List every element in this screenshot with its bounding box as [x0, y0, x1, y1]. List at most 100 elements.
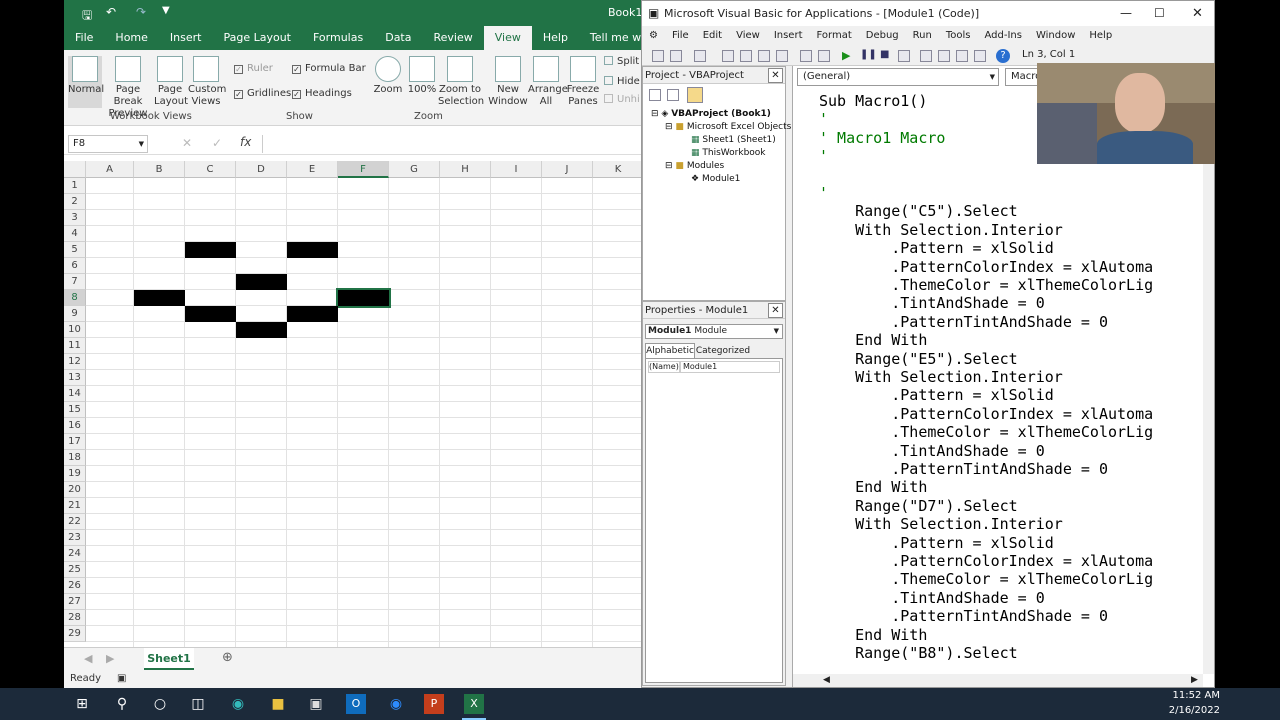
- reset-icon[interactable]: ■: [880, 49, 889, 60]
- code-line[interactable]: ': [819, 110, 828, 128]
- task-view-icon[interactable]: ◫: [188, 694, 208, 714]
- row-header-20[interactable]: 20: [64, 482, 86, 498]
- menu-view[interactable]: View: [729, 30, 767, 41]
- filled-cell-E9[interactable]: [287, 306, 338, 322]
- add-sheet-icon[interactable]: ⊕: [222, 650, 233, 665]
- tab-alphabetic[interactable]: Alphabetic: [645, 343, 695, 358]
- tree-modules[interactable]: ⊟ ■ Modules: [665, 161, 724, 171]
- row-header-13[interactable]: 13: [64, 370, 86, 386]
- code-line[interactable]: Sub Macro1(): [819, 92, 927, 110]
- formula-bar-checkbox[interactable]: ✓ Formula Bar: [292, 63, 366, 74]
- menu-edit[interactable]: Edit: [696, 30, 729, 41]
- column-header-H[interactable]: H: [440, 161, 491, 178]
- row-header-21[interactable]: 21: [64, 498, 86, 514]
- headings-checkbox[interactable]: ✓ Headings: [292, 88, 352, 99]
- gridlines-checkbox[interactable]: ✓ Gridlines: [234, 88, 291, 99]
- scroll-right-icon[interactable]: ▶: [106, 652, 114, 665]
- code-line[interactable]: .PatternTintAndShade = 0: [819, 460, 1108, 478]
- zoom-icon[interactable]: ◉: [386, 694, 406, 714]
- row-header-4[interactable]: 4: [64, 226, 86, 242]
- edge-icon[interactable]: ◉: [228, 694, 248, 714]
- code-line[interactable]: End With: [819, 626, 927, 644]
- function-icon[interactable]: fx: [240, 135, 251, 149]
- tab-review[interactable]: Review: [422, 26, 483, 50]
- menu-window[interactable]: Window: [1029, 30, 1082, 41]
- row-header-3[interactable]: 3: [64, 210, 86, 226]
- tab-home[interactable]: Home: [104, 26, 158, 50]
- row-header-18[interactable]: 18: [64, 450, 86, 466]
- row-header-19[interactable]: 19: [64, 466, 86, 482]
- column-header-A[interactable]: A: [86, 161, 134, 178]
- filled-cell-C9[interactable]: [185, 306, 236, 322]
- minimize-icon[interactable]: —: [1120, 1, 1132, 26]
- view-object-icon[interactable]: [667, 89, 679, 101]
- help-icon[interactable]: ?: [996, 49, 1010, 63]
- column-header-J[interactable]: J: [542, 161, 593, 178]
- tree-vbaproject[interactable]: ⊟ ◈ VBAProject (Book1): [651, 109, 771, 119]
- column-header-D[interactable]: D: [236, 161, 287, 178]
- column-header-B[interactable]: B: [134, 161, 185, 178]
- tab-view[interactable]: View: [483, 26, 532, 50]
- menu-tools[interactable]: Tools: [939, 30, 978, 41]
- custom-views-button[interactable]: Custom Views: [188, 56, 226, 108]
- row-header-10[interactable]: 10: [64, 322, 86, 338]
- row-header-28[interactable]: 28: [64, 610, 86, 626]
- redo-icon[interactable]: ↷: [136, 5, 146, 19]
- page-layout-button[interactable]: Page Layout: [154, 56, 188, 108]
- code-line[interactable]: .Pattern = xlSolid: [819, 239, 1054, 257]
- scroll-right-icon[interactable]: ▶: [1191, 675, 1198, 685]
- arrange-all-button[interactable]: Arrange All: [528, 56, 568, 108]
- row-header-15[interactable]: 15: [64, 402, 86, 418]
- name-box[interactable]: F8 ▼: [68, 135, 148, 153]
- code-line[interactable]: .PatternColorIndex = xlAutoma: [819, 405, 1153, 423]
- powerpoint-icon[interactable]: P: [424, 694, 444, 714]
- filled-cell-C5[interactable]: [185, 242, 236, 258]
- ruler-checkbox[interactable]: ✓ Ruler: [234, 63, 273, 74]
- code-line[interactable]: .PatternColorIndex = xlAutoma: [819, 258, 1153, 276]
- code-line[interactable]: .PatternTintAndShade = 0: [819, 607, 1108, 625]
- column-header-F[interactable]: F: [338, 161, 389, 178]
- view-code-icon[interactable]: [649, 89, 661, 101]
- code-line[interactable]: .ThemeColor = xlThemeColorLig: [819, 423, 1153, 441]
- search-icon[interactable]: ⚲: [112, 694, 132, 714]
- tell-me-search[interactable]: Tell me what you want t: [579, 26, 641, 50]
- column-header-G[interactable]: G: [389, 161, 440, 178]
- undo-icon[interactable]: [800, 50, 812, 62]
- new-window-button[interactable]: New Window: [488, 56, 528, 108]
- property-value[interactable]: Module1: [680, 361, 780, 373]
- code-line[interactable]: With Selection.Interior: [819, 368, 1063, 386]
- code-line[interactable]: End With: [819, 331, 927, 349]
- worksheet-grid[interactable]: A B C D E F G H I J K 1 2 3 4 5 6 7 8 9 10 11 12 13 14 15 16 17 18 19…: [64, 161, 641, 648]
- tab-file[interactable]: File: [64, 26, 104, 50]
- horizontal-scrollbar[interactable]: ◀ ▶: [793, 674, 1203, 687]
- menu-format[interactable]: Format: [810, 30, 859, 41]
- close-icon[interactable]: ✕: [1192, 1, 1203, 26]
- tree-module1[interactable]: ❖ Module1: [691, 174, 740, 184]
- menu-insert[interactable]: Insert: [767, 30, 810, 41]
- code-line[interactable]: .PatternTintAndShade = 0: [819, 313, 1108, 331]
- enter-icon[interactable]: ✓: [212, 136, 222, 150]
- row-header-24[interactable]: 24: [64, 546, 86, 562]
- split-button[interactable]: Split: [604, 56, 639, 67]
- code-line[interactable]: Range("B8").Select: [819, 644, 1018, 662]
- vba-menu-icon[interactable]: ⚙: [642, 30, 665, 41]
- code-line[interactable]: .Pattern = xlSolid: [819, 386, 1054, 404]
- menu-file[interactable]: File: [665, 30, 696, 41]
- excel-icon[interactable]: X: [464, 694, 484, 714]
- object-combo[interactable]: (General) ▼: [797, 68, 999, 86]
- paste-icon[interactable]: [758, 50, 770, 62]
- code-line[interactable]: Range("D7").Select: [819, 497, 1018, 515]
- menu-add-ins[interactable]: Add-Ins: [977, 30, 1028, 41]
- zoom-100-button[interactable]: 100%: [406, 56, 438, 96]
- cortana-icon[interactable]: ○: [150, 694, 170, 714]
- row-header-7[interactable]: 7: [64, 274, 86, 290]
- code-line[interactable]: Range("C5").Select: [819, 202, 1018, 220]
- row-header-1[interactable]: 1: [64, 178, 86, 194]
- properties-window-icon[interactable]: [938, 50, 950, 62]
- filled-cell-D10[interactable]: [236, 322, 287, 338]
- code-line[interactable]: .ThemeColor = xlThemeColorLig: [819, 276, 1153, 294]
- row-header-17[interactable]: 17: [64, 434, 86, 450]
- column-header-C[interactable]: C: [185, 161, 236, 178]
- save-icon[interactable]: [694, 50, 706, 62]
- file-explorer-icon[interactable]: ■: [268, 694, 288, 714]
